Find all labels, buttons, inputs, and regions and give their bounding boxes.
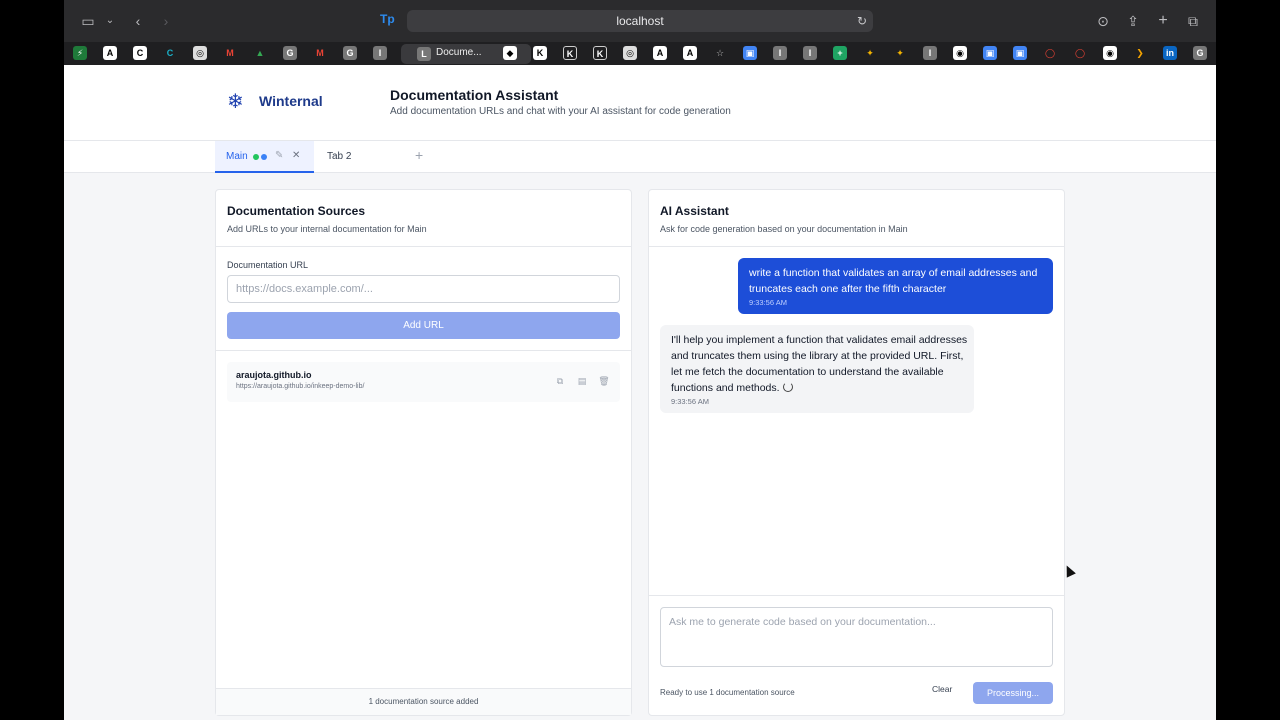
- close-icon[interactable]: ✕: [292, 150, 300, 161]
- add-tab-button[interactable]: +: [415, 147, 423, 163]
- favorite-icon[interactable]: ⚡: [73, 46, 87, 60]
- favorite-icon[interactable]: K: [593, 46, 607, 60]
- favorite-icon[interactable]: ❯: [1133, 46, 1147, 60]
- sidebar-icon[interactable]: ▭: [78, 11, 98, 31]
- status-dot-blue: [261, 154, 267, 160]
- ai-assistant-panel: AI Assistant Ask for code generation bas…: [648, 189, 1065, 716]
- favorite-icon[interactable]: I: [923, 46, 937, 60]
- submit-button[interactable]: Processing...: [973, 682, 1053, 704]
- extension-icon[interactable]: Tp: [380, 12, 395, 26]
- favorite-icon[interactable]: ◎: [193, 46, 207, 60]
- favorite-icon[interactable]: G: [1193, 46, 1207, 60]
- download-icon[interactable]: ⊙: [1093, 11, 1113, 31]
- tab-favicon-icon: L: [417, 47, 431, 61]
- browser-toolbar: ▭ ⌄ ‹ › Tp localhost ↻ ⊙ ⇪ + ⧉: [64, 0, 1216, 42]
- add-url-button[interactable]: Add URL: [227, 312, 620, 339]
- panel-title: Documentation Sources: [227, 204, 366, 218]
- favorite-icon[interactable]: ▣: [1013, 46, 1027, 60]
- gmail-icon[interactable]: M: [313, 46, 327, 60]
- favorite-icon[interactable]: ◆: [503, 46, 517, 60]
- favorite-icon[interactable]: C: [133, 46, 147, 60]
- drive-icon[interactable]: ▲: [253, 46, 267, 60]
- panel-title: AI Assistant: [660, 204, 729, 218]
- favorite-icon[interactable]: ◎: [623, 46, 637, 60]
- list-item: araujota.github.io https://araujota.gith…: [227, 362, 620, 402]
- browser-window: ▭ ⌄ ‹ › Tp localhost ↻ ⊙ ⇪ + ⧉ ⚡ A C C ◎…: [64, 0, 1216, 720]
- document-icon[interactable]: ▤: [576, 375, 588, 387]
- tabs-overview-icon[interactable]: ⧉: [1183, 11, 1203, 31]
- favorite-icon[interactable]: I: [803, 46, 817, 60]
- tab-main-label: Main: [226, 151, 248, 162]
- app-page: ❄ Winternal Documentation Assistant Add …: [64, 65, 1216, 720]
- status-dot-green: [253, 154, 259, 160]
- divider: [649, 246, 1064, 247]
- favorite-icon[interactable]: ◯: [1043, 46, 1057, 60]
- source-url: https://araujota.github.io/inkeep-demo-l…: [236, 383, 365, 390]
- clear-button[interactable]: Clear: [932, 684, 952, 694]
- divider: [216, 246, 631, 247]
- message-text: I'll help you implement a function that …: [671, 334, 968, 394]
- back-icon[interactable]: ‹: [128, 11, 148, 31]
- snowflake-icon: ❄: [227, 91, 244, 113]
- user-message: write a function that validates an array…: [738, 258, 1053, 314]
- assistant-message: I'll help you implement a function that …: [660, 325, 974, 413]
- edit-icon[interactable]: ✎: [275, 150, 283, 161]
- message-text-wrap: I'll help you implement a function that …: [671, 332, 971, 396]
- favorite-icon[interactable]: ◯: [1073, 46, 1087, 60]
- address-text: localhost: [616, 14, 664, 28]
- favorite-icon[interactable]: A: [683, 46, 697, 60]
- favorite-icon[interactable]: I: [373, 46, 387, 60]
- source-name: araujota.github.io: [236, 370, 312, 380]
- github-icon[interactable]: ◉: [953, 46, 967, 60]
- favorite-icon[interactable]: K: [533, 46, 547, 60]
- new-tab-icon[interactable]: +: [1153, 11, 1173, 31]
- github-icon[interactable]: ◉: [1103, 46, 1117, 60]
- favorite-icon[interactable]: C: [163, 46, 177, 60]
- panel-subtitle: Ask for code generation based on your do…: [660, 224, 908, 234]
- active-tab-title: Docume...: [436, 47, 482, 58]
- copy-icon[interactable]: ⧉: [554, 375, 566, 387]
- favorite-icon[interactable]: ▣: [983, 46, 997, 60]
- divider: [216, 350, 631, 351]
- app-header: ❄ Winternal Documentation Assistant Add …: [64, 65, 1216, 141]
- loading-spinner-icon: [782, 382, 793, 392]
- address-bar[interactable]: localhost ↻: [407, 10, 873, 32]
- message-time: 9:33:56 AM: [671, 397, 709, 406]
- favorite-icon[interactable]: ✦: [893, 46, 907, 60]
- favorite-icon[interactable]: ✦: [863, 46, 877, 60]
- tab-2[interactable]: Tab 2: [327, 151, 351, 162]
- favorite-icon[interactable]: A: [103, 46, 117, 60]
- page-title: Documentation Assistant: [390, 87, 559, 103]
- favorite-icon[interactable]: A: [653, 46, 667, 60]
- divider: [649, 595, 1064, 596]
- status-text: Ready to use 1 documentation source: [660, 688, 795, 697]
- sources-count: 1 documentation source added: [216, 688, 631, 715]
- favorite-icon[interactable]: ▣: [743, 46, 757, 60]
- sheets-icon[interactable]: +: [833, 46, 847, 60]
- documentation-sources-panel: Documentation Sources Add URLs to your i…: [215, 189, 632, 716]
- favorite-icon[interactable]: I: [773, 46, 787, 60]
- workspace-tabs: Main ✎ ✕ Tab 2 +: [64, 141, 1216, 173]
- message-time: 9:33:56 AM: [749, 298, 787, 307]
- panel-subtitle: Add URLs to your internal documentation …: [227, 224, 427, 234]
- gmail-icon[interactable]: M: [223, 46, 237, 60]
- documentation-url-input[interactable]: [227, 275, 620, 303]
- documentation-url-label: Documentation URL: [227, 260, 309, 270]
- favorite-icon[interactable]: G: [283, 46, 297, 60]
- message-text: write a function that validates an array…: [749, 267, 1038, 295]
- share-icon[interactable]: ⇪: [1123, 11, 1143, 31]
- favorite-icon[interactable]: G: [343, 46, 357, 60]
- brand-name: Winternal: [259, 93, 323, 109]
- linkedin-icon[interactable]: in: [1163, 46, 1177, 60]
- page-subtitle: Add documentation URLs and chat with you…: [390, 106, 731, 117]
- tab-strip: ⚡ A C C ◎ M ▲ G M G I L Docume... ◆ K K …: [64, 42, 1216, 65]
- favorite-icon[interactable]: K: [563, 46, 577, 60]
- trash-icon[interactable]: 🗑: [598, 375, 610, 387]
- chevron-down-icon[interactable]: ⌄: [100, 11, 120, 31]
- star-icon[interactable]: ☆: [713, 46, 727, 60]
- forward-icon[interactable]: ›: [156, 11, 176, 31]
- chat-input[interactable]: [660, 607, 1053, 667]
- tab-main[interactable]: Main ✎ ✕: [215, 141, 314, 173]
- reload-icon[interactable]: ↻: [857, 10, 867, 32]
